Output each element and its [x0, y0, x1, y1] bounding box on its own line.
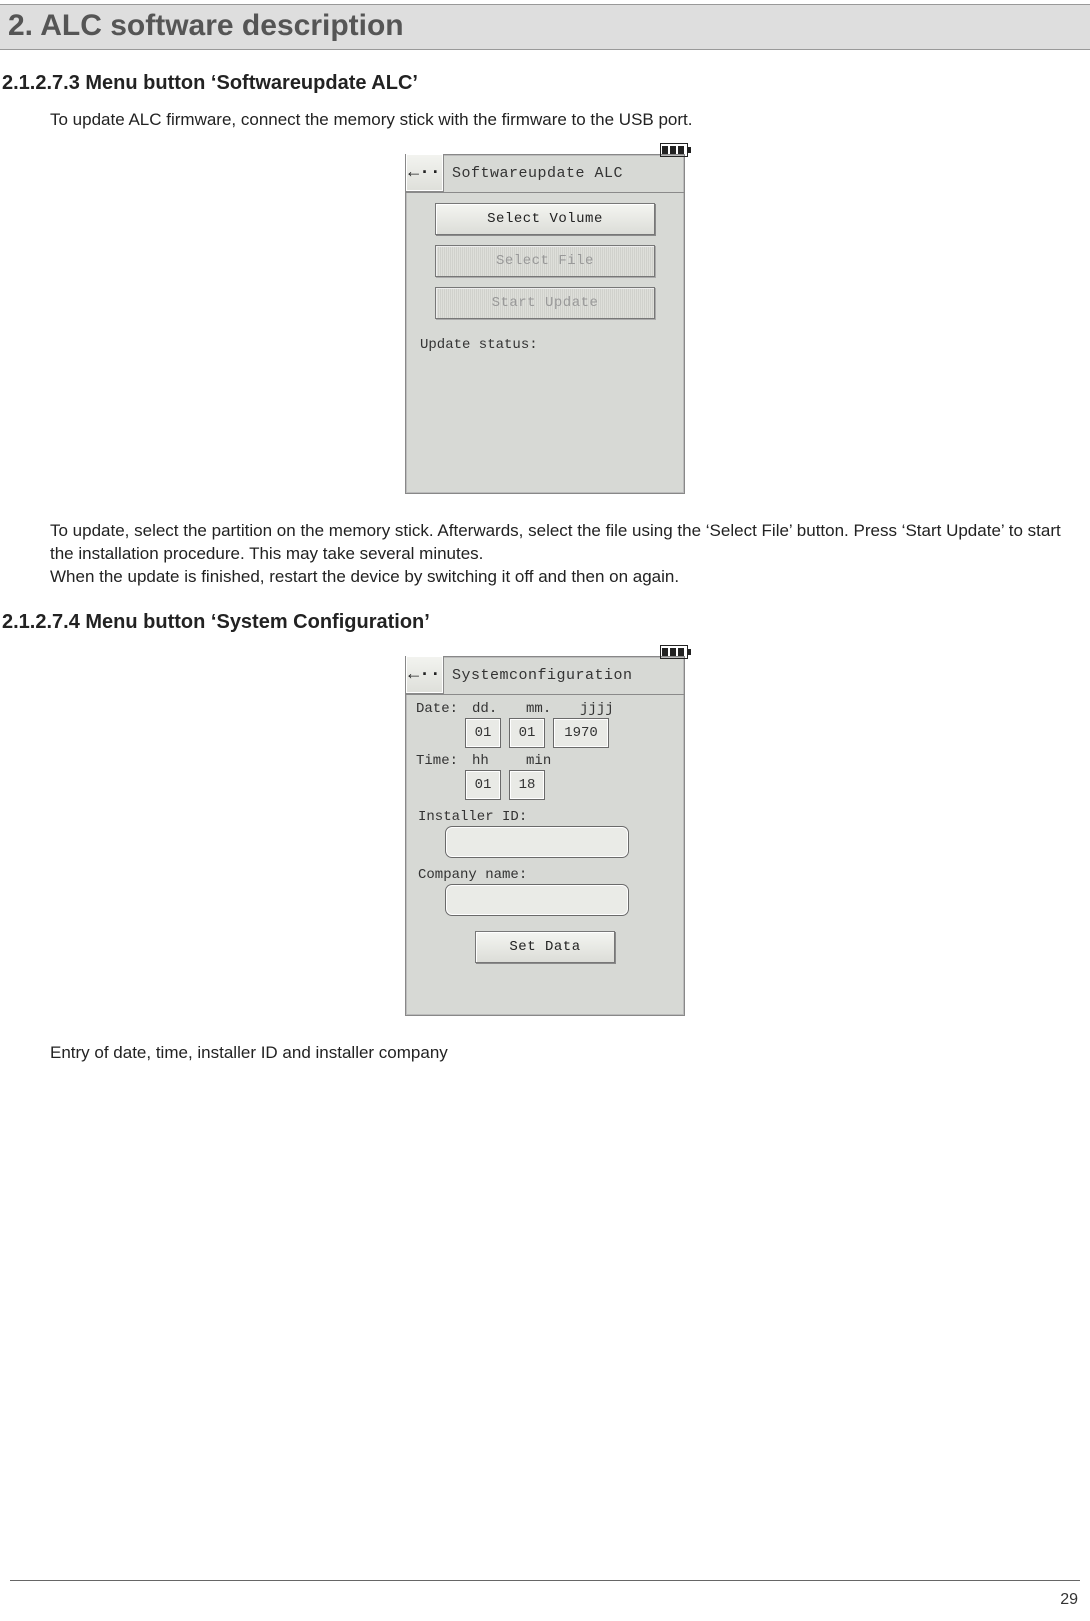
time-fields: 01 18 [466, 771, 684, 799]
subsection-1-outro: To update, select the partition on the m… [50, 520, 1080, 589]
device-softwareupdate: ←·· Softwareupdate ALC Select Volume Sel… [405, 154, 685, 494]
device-2-title: Systemconfiguration [444, 667, 684, 684]
page-number: 29 [1060, 1591, 1078, 1609]
footer-rule [10, 1580, 1080, 1581]
start-update-button: Start Update [435, 287, 655, 319]
device-1-topbar: ←·· Softwareupdate ALC [406, 155, 684, 193]
set-data-button[interactable]: Set Data [475, 931, 615, 963]
time-header-row: Time: hh min [416, 753, 684, 769]
select-file-button: Select File [435, 245, 655, 277]
section-title-bar: 2. ALC software description [0, 4, 1090, 50]
installer-id-label: Installer ID: [418, 809, 684, 825]
subsection-1-intro: To update ALC firmware, connect the memo… [50, 109, 1080, 132]
time-col-min: min [526, 753, 566, 769]
subsection-1-heading: 2.1.2.7.3 Menu button ‘Softwareupdate AL… [0, 72, 1090, 95]
subsection-2-heading: 2.1.2.7.4 Menu button ‘System Configurat… [0, 611, 1090, 634]
section-title: 2. ALC software description [8, 9, 1082, 43]
date-mm-field[interactable]: 01 [510, 719, 544, 747]
date-col-dd: dd. [472, 701, 512, 717]
device-2-wrap: ←·· Systemconfiguration Date: dd. mm. jj… [0, 656, 1090, 1016]
back-arrow-icon-2: ←·· [408, 666, 440, 684]
start-update-label: Start Update [492, 295, 599, 311]
date-dd-value: 01 [475, 725, 492, 741]
date-jjjj-value: 1970 [564, 725, 598, 741]
subsection-2-caption: Entry of date, time, installer ID and in… [50, 1042, 1080, 1065]
battery-icon-2 [660, 645, 688, 659]
company-name-label: Company name: [418, 867, 684, 883]
date-label: Date: [416, 701, 458, 717]
date-col-jjjj: jjjj [580, 701, 620, 717]
date-mm-value: 01 [519, 725, 536, 741]
battery-icon [660, 143, 688, 157]
device-systemconfig: ←·· Systemconfiguration Date: dd. mm. jj… [405, 656, 685, 1016]
back-button-2[interactable]: ←·· [406, 656, 444, 694]
date-col-mm: mm. [526, 701, 566, 717]
set-data-label: Set Data [509, 939, 580, 955]
device-1-title: Softwareupdate ALC [444, 165, 684, 182]
time-label: Time: [416, 753, 458, 769]
time-hh-value: 01 [475, 777, 492, 793]
device-2-topbar: ←·· Systemconfiguration [406, 657, 684, 695]
select-volume-button[interactable]: Select Volume [435, 203, 655, 235]
back-arrow-icon: ←·· [408, 164, 440, 182]
company-name-field[interactable] [446, 885, 628, 915]
select-file-label: Select File [496, 253, 594, 269]
device-1-wrap: ←·· Softwareupdate ALC Select Volume Sel… [0, 154, 1090, 494]
select-volume-label: Select Volume [487, 211, 603, 227]
installer-id-field[interactable] [446, 827, 628, 857]
date-fields: 01 01 1970 [466, 719, 684, 747]
back-button[interactable]: ←·· [406, 154, 444, 192]
time-min-field[interactable]: 18 [510, 771, 544, 799]
time-hh-field[interactable]: 01 [466, 771, 500, 799]
date-dd-field[interactable]: 01 [466, 719, 500, 747]
time-min-value: 18 [519, 777, 536, 793]
time-col-hh: hh [472, 753, 512, 769]
date-jjjj-field[interactable]: 1970 [554, 719, 608, 747]
update-status-label: Update status: [420, 337, 684, 353]
date-header-row: Date: dd. mm. jjjj [416, 701, 684, 717]
